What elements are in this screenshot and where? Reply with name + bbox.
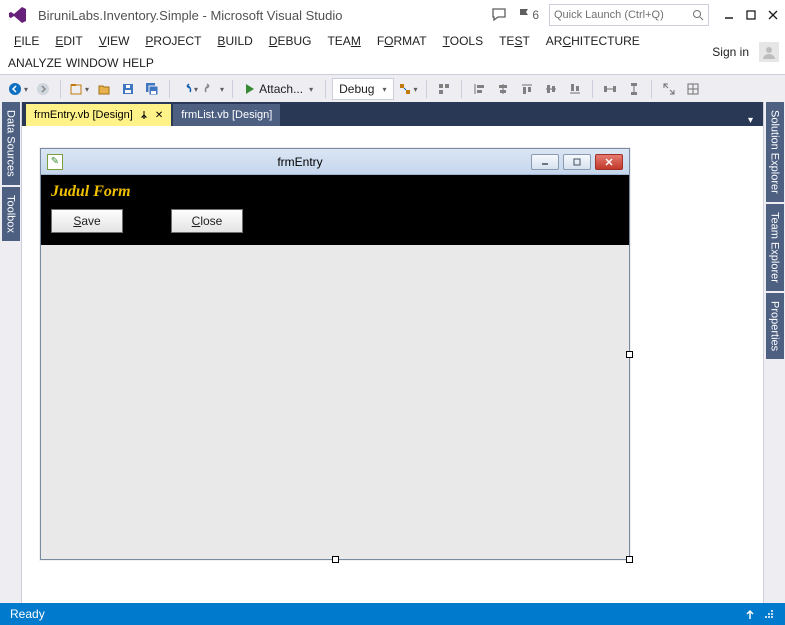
menu-file[interactable]: FILE: [8, 32, 45, 50]
resize-handle-e[interactable]: [626, 351, 633, 358]
menu-window[interactable]: WINDOW: [66, 56, 119, 70]
play-icon: [245, 83, 255, 95]
tab-order-icon[interactable]: [682, 78, 704, 100]
window-title: BiruniLabs.Inventory.Simple - Microsoft …: [38, 8, 342, 23]
right-panel-strip: Solution Explorer Team Explorer Properti…: [763, 102, 785, 603]
menu-architecture[interactable]: ARCHITECTURE: [540, 32, 646, 50]
left-panel-strip: Data Sources Toolbox: [0, 102, 22, 603]
menu-format[interactable]: FORMAT: [371, 32, 433, 50]
status-ready: Ready: [10, 607, 45, 621]
user-avatar-icon[interactable]: [759, 42, 779, 62]
menu-help[interactable]: HELP: [122, 56, 153, 70]
menu-tools[interactable]: TOOLS: [437, 32, 489, 50]
tab-solution-explorer[interactable]: Solution Explorer: [766, 102, 784, 202]
sign-in-link[interactable]: Sign in: [712, 45, 749, 59]
form-window[interactable]: ✎ frmEntry Judul Form Save Close: [40, 148, 630, 560]
doc-tab-inactive[interactable]: frmList.vb [Design]: [173, 104, 280, 126]
attach-button[interactable]: Attach... ▾: [239, 78, 319, 100]
open-file-button[interactable]: [93, 78, 115, 100]
config-dropdown[interactable]: Debug ▾: [332, 78, 393, 100]
quick-launch-placeholder: Quick Launch (Ctrl+Q): [554, 9, 664, 21]
align-top-icon[interactable]: [516, 78, 538, 100]
close-button[interactable]: [767, 9, 779, 21]
spacing-v-icon[interactable]: [623, 78, 645, 100]
undo-button[interactable]: ▾: [176, 78, 200, 100]
align-left-icon[interactable]: [468, 78, 490, 100]
quick-launch-input[interactable]: Quick Launch (Ctrl+Q): [549, 4, 709, 26]
resize-handle-s[interactable]: [332, 556, 339, 563]
minimize-button[interactable]: [723, 9, 735, 21]
form-header-panel[interactable]: Judul Form Save Close: [41, 175, 629, 245]
attach-label: Attach...: [259, 82, 303, 96]
redo-button[interactable]: ▾: [202, 78, 226, 100]
menu-bar: FILE EDIT VIEW PROJECT BUILD DEBUG TEAM …: [0, 30, 695, 52]
notifications-flag[interactable]: 6: [518, 8, 539, 22]
title-bar: BiruniLabs.Inventory.Simple - Microsoft …: [0, 0, 785, 30]
nav-fwd-button[interactable]: [32, 78, 54, 100]
new-project-button[interactable]: ▾: [67, 78, 91, 100]
status-resize-grip-icon[interactable]: [763, 608, 775, 620]
form-close-button[interactable]: [595, 154, 623, 170]
menu-build[interactable]: BUILD: [211, 32, 258, 50]
save-all-button[interactable]: [141, 78, 163, 100]
form-icon: ✎: [47, 154, 63, 170]
search-icon: [692, 9, 704, 21]
config-value: Debug: [339, 82, 374, 96]
align-middle-v-icon[interactable]: [540, 78, 562, 100]
menu-bar-2: ANALYZE WINDOW HELP: [0, 52, 695, 74]
tab-team-explorer[interactable]: Team Explorer: [766, 204, 784, 291]
menu-edit[interactable]: EDIT: [49, 32, 88, 50]
menu-team[interactable]: TEAM: [321, 32, 366, 50]
maximize-button[interactable]: [745, 9, 757, 21]
align-center-h-icon[interactable]: [492, 78, 514, 100]
form-minimize-button[interactable]: [531, 154, 559, 170]
status-publish-icon[interactable]: [743, 607, 757, 621]
tb-align-extra[interactable]: ▾: [396, 78, 420, 100]
menu-debug[interactable]: DEBUG: [263, 32, 318, 50]
document-tabs: frmEntry.vb [Design] ✕ frmList.vb [Desig…: [22, 102, 763, 126]
tab-data-sources[interactable]: Data Sources: [2, 102, 20, 185]
nav-back-button[interactable]: ▾: [6, 78, 30, 100]
align-bottom-icon[interactable]: [564, 78, 586, 100]
save-button[interactable]: [117, 78, 139, 100]
tab-toolbox[interactable]: Toolbox: [2, 187, 20, 241]
vs-logo-icon: [6, 3, 30, 27]
form-titlebar: ✎ frmEntry: [41, 149, 629, 175]
tab-properties[interactable]: Properties: [766, 293, 784, 359]
form-maximize-button[interactable]: [563, 154, 591, 170]
tab-overflow-icon[interactable]: ▾: [742, 115, 759, 126]
feedback-icon[interactable]: [492, 8, 508, 22]
close-tab-icon[interactable]: ✕: [155, 110, 163, 121]
form-label[interactable]: Judul Form: [51, 183, 619, 201]
menu-project[interactable]: PROJECT: [139, 32, 207, 50]
menu-view[interactable]: VIEW: [93, 32, 136, 50]
doc-tab-active-label: frmEntry.vb [Design]: [34, 109, 133, 121]
form-title: frmEntry: [69, 155, 531, 169]
doc-tab-active[interactable]: frmEntry.vb [Design] ✕: [26, 104, 171, 126]
status-bar: Ready: [0, 603, 785, 625]
form-save-button[interactable]: Save: [51, 209, 123, 233]
designer-surface[interactable]: ✎ frmEntry Judul Form Save Close: [22, 126, 763, 603]
doc-tab-inactive-label: frmList.vb [Design]: [181, 109, 272, 121]
spacing-h-icon[interactable]: [599, 78, 621, 100]
align-grid-icon[interactable]: [433, 78, 455, 100]
resize-handle-se[interactable]: [626, 556, 633, 563]
pin-icon[interactable]: [139, 110, 149, 120]
form-close-button-ctl[interactable]: Close: [171, 209, 243, 233]
notification-count: 6: [532, 8, 539, 22]
menu-analyze[interactable]: ANALYZE: [8, 56, 62, 70]
toolbar: ▾ ▾ ▾ ▾ Attach... ▾ Debug ▾ ▾: [0, 74, 785, 104]
menu-test[interactable]: TEST: [493, 32, 536, 50]
expand-icon[interactable]: [658, 78, 680, 100]
form-body[interactable]: [41, 245, 629, 553]
